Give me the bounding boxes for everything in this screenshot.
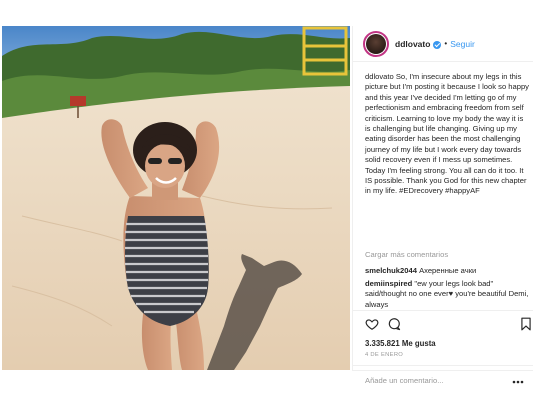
avatar[interactable] (363, 30, 389, 57)
add-comment-input[interactable]: Añade un comentario... (365, 376, 444, 385)
load-more-comments-link[interactable]: Cargar más comentarios (365, 250, 448, 259)
avatar-image (366, 33, 386, 54)
comment-username[interactable]: smelchuk2044 (365, 266, 417, 275)
post-date[interactable]: 4 DE ENERO (365, 352, 403, 358)
post-header: ddlovato • Seguir (353, 26, 533, 62)
post-caption: ddlovato So, I'm insecure about my legs … (365, 72, 530, 197)
comment-icon[interactable] (387, 317, 401, 331)
comment-item: demiinspired "ew your legs look bad" sai… (365, 279, 530, 310)
beach-photo-illustration (2, 26, 350, 370)
separator-dot: • (444, 39, 448, 48)
post-side-panel: ddlovato • Seguir ddlovato So, I'm insec… (352, 26, 533, 385)
more-options-icon[interactable] (512, 380, 524, 384)
comment-item: smelchuk2044 Ахеренные ачки (365, 266, 530, 276)
header-username[interactable]: ddlovato (395, 39, 430, 49)
likes-count[interactable]: 3.335.821 Me gusta (365, 339, 436, 348)
post-actions (353, 310, 533, 332)
caption-text: So, I'm insecure about my legs in this p… (365, 72, 529, 196)
caption-username[interactable]: ddlovato (365, 72, 394, 81)
follow-button[interactable]: Seguir (450, 39, 475, 49)
comment-text: Ахеренные ачки (419, 266, 477, 275)
comment-username[interactable]: demiinspired (365, 279, 412, 288)
divider (352, 370, 533, 371)
verified-badge-icon (433, 40, 442, 49)
heart-icon[interactable] (365, 317, 379, 331)
instagram-post: ddlovato • Seguir ddlovato So, I'm insec… (0, 0, 533, 400)
bookmark-icon[interactable] (519, 317, 533, 331)
post-photo[interactable] (2, 26, 350, 370)
